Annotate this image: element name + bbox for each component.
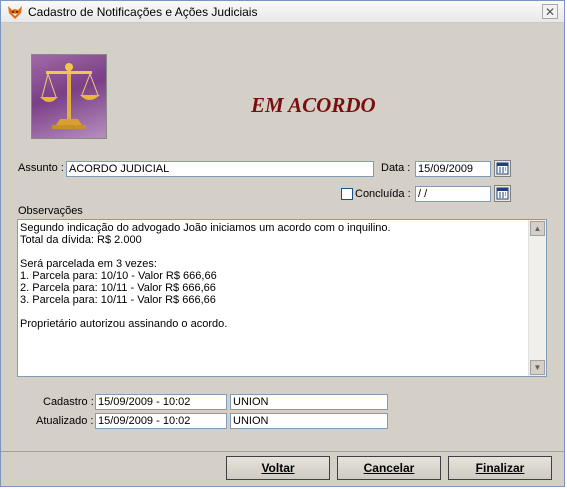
vertical-scrollbar[interactable]: ▲ ▼ — [528, 220, 546, 376]
assunto-label: Assunto : — [18, 162, 64, 174]
scroll-down-button[interactable]: ▼ — [530, 360, 545, 375]
scroll-up-button[interactable]: ▲ — [530, 221, 545, 236]
status-heading: EM ACORDO — [251, 93, 376, 117]
memo-line: 1. Parcela para: 10/10 - Valor R$ 666,66 — [20, 270, 217, 282]
voltar-button[interactable]: Voltar — [226, 456, 330, 480]
finalizar-button[interactable]: Finalizar — [448, 456, 552, 480]
observacoes-text: Segundo indicação do advogado João inici… — [20, 222, 528, 330]
calendar-icon — [496, 162, 509, 175]
assunto-field[interactable]: ACORDO JUDICIAL — [66, 161, 374, 177]
scales-of-justice-icon — [31, 54, 107, 139]
arrow-up-icon: ▲ — [533, 224, 542, 233]
concluida-checkbox[interactable] — [341, 188, 353, 200]
atualizado-datetime-field: 15/09/2009 - 10:02 — [95, 413, 227, 429]
voltar-label: Voltar — [261, 461, 295, 475]
memo-line: Proprietário autorizou assinando o acord… — [20, 318, 228, 330]
memo-line: Será parcelada em 3 vezes: — [20, 258, 157, 270]
calendar-button[interactable] — [494, 160, 511, 177]
observacoes-label: Observações — [18, 205, 83, 217]
concluida-calendar-button[interactable] — [494, 185, 511, 202]
concluida-label: Concluída : — [355, 188, 411, 200]
cadastro-label: Cadastro : — [43, 396, 94, 408]
title-bar[interactable]: Cadastro de Notificações e Ações Judicia… — [1, 1, 564, 23]
observacoes-textarea[interactable]: Segundo indicação do advogado João inici… — [17, 219, 547, 377]
memo-line — [20, 246, 528, 258]
concluida-date-field[interactable]: / / — [415, 186, 491, 202]
data-label: Data : — [381, 162, 411, 174]
fox-icon — [8, 6, 22, 19]
calendar-icon — [496, 187, 509, 200]
divider — [1, 451, 564, 452]
data-field[interactable]: 15/09/2009 — [415, 161, 491, 177]
atualizado-label: Atualizado : — [36, 415, 94, 427]
dialog-window: Cadastro de Notificações e Ações Judicia… — [0, 0, 565, 487]
arrow-down-icon: ▼ — [533, 363, 542, 372]
cancelar-label: Cancelar — [363, 461, 415, 475]
close-icon: ✕ — [544, 5, 556, 19]
close-button[interactable]: ✕ — [542, 4, 558, 19]
memo-line: Total da dívida: R$ 2.000 — [20, 234, 142, 246]
finalizar-label: Finalizar — [475, 461, 525, 475]
memo-line — [20, 306, 528, 318]
atualizado-user-field: UNION — [230, 413, 388, 429]
window-title: Cadastro de Notificações e Ações Judicia… — [28, 5, 258, 19]
memo-line: 2. Parcela para: 10/11 - Valor R$ 666,66 — [20, 282, 216, 294]
cadastro-user-field: UNION — [230, 394, 388, 410]
memo-line: Segundo indicação do advogado João inici… — [20, 222, 391, 234]
memo-line: 3. Parcela para: 10/11 - Valor R$ 666,66 — [20, 294, 216, 306]
cancelar-button[interactable]: Cancelar — [337, 456, 441, 480]
cadastro-datetime-field: 15/09/2009 - 10:02 — [95, 394, 227, 410]
